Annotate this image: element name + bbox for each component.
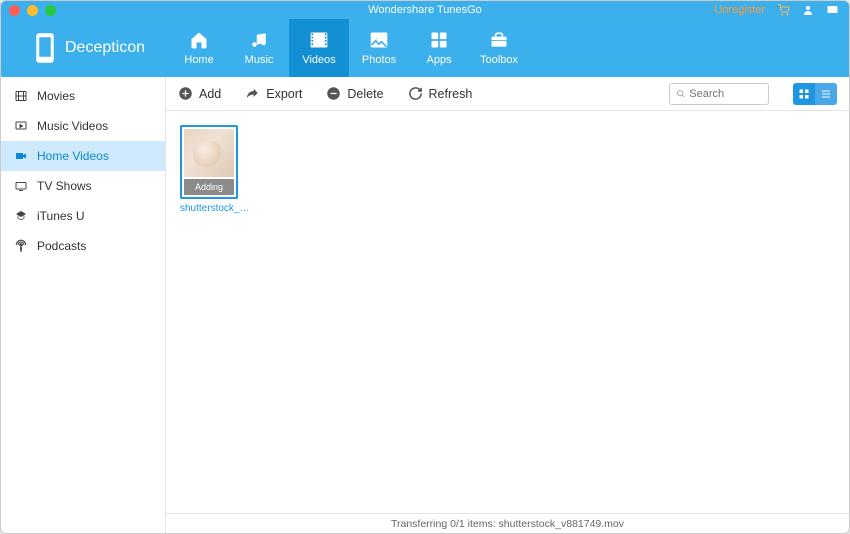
zoom-window-button[interactable] (45, 5, 56, 16)
video-filename: shutterstock_v... (180, 203, 252, 214)
podcast-icon (13, 239, 29, 253)
unregister-link[interactable]: Unregister (714, 4, 765, 16)
refresh-icon (408, 86, 423, 101)
nav-toolbox-label: Toolbox (480, 54, 518, 66)
search-input[interactable] (689, 88, 762, 100)
cart-icon[interactable] (777, 4, 790, 16)
sidebar-item-label: TV Shows (37, 179, 92, 193)
search-box[interactable] (669, 83, 769, 105)
refresh-label: Refresh (429, 87, 473, 101)
main-panel: Add Export Delete Refresh (166, 77, 849, 533)
video-item[interactable]: Adding shutterstock_v... (180, 125, 238, 214)
user-icon[interactable] (802, 4, 814, 16)
apps-icon (429, 30, 449, 50)
export-icon (245, 87, 260, 101)
grid-view-button[interactable] (793, 83, 815, 105)
camera-icon (13, 150, 29, 162)
window-controls (9, 5, 56, 16)
feedback-icon[interactable] (826, 4, 839, 16)
sidebar-item-label: Movies (37, 89, 75, 103)
device-selector[interactable]: Decepticon (1, 19, 169, 77)
delete-label: Delete (347, 87, 383, 101)
titlebar: Wondershare TunesGo Unregister (1, 1, 849, 19)
sidebar-item-label: Podcasts (37, 239, 86, 253)
plus-circle-icon (178, 86, 193, 101)
nav-photos-label: Photos (362, 54, 396, 66)
graduation-icon (13, 210, 29, 222)
sidebar-item-label: Music Videos (37, 119, 108, 133)
sidebar-item-itunes-u[interactable]: iTunes U (1, 201, 165, 231)
toolbar: Add Export Delete Refresh (166, 77, 849, 111)
nav-toolbox[interactable]: Toolbox (469, 19, 529, 77)
header-nav: Decepticon Home Music Videos Photos Apps (1, 19, 849, 77)
home-icon (188, 30, 210, 50)
content-grid: Adding shutterstock_v... (166, 111, 849, 513)
nav-home-label: Home (184, 54, 213, 66)
sidebar-item-podcasts[interactable]: Podcasts (1, 231, 165, 261)
minus-circle-icon (326, 86, 341, 101)
status-bar: Transferring 0/1 items: shutterstock_v88… (166, 513, 849, 533)
videos-icon (308, 30, 330, 50)
nav-photos[interactable]: Photos (349, 19, 409, 77)
nav-videos-label: Videos (302, 54, 335, 66)
sidebar-item-movies[interactable]: Movies (1, 81, 165, 111)
grid-icon (798, 88, 810, 100)
add-button[interactable]: Add (178, 86, 221, 101)
delete-button[interactable]: Delete (326, 86, 383, 101)
sidebar-item-label: Home Videos (37, 149, 109, 163)
nav-home[interactable]: Home (169, 19, 229, 77)
sidebar-item-label: iTunes U (37, 209, 85, 223)
tv-icon (13, 180, 29, 192)
minimize-window-button[interactable] (27, 5, 38, 16)
nav-music[interactable]: Music (229, 19, 289, 77)
music-video-icon (13, 120, 29, 132)
device-name: Decepticon (65, 39, 145, 57)
list-view-button[interactable] (815, 83, 837, 105)
app-window: Wondershare TunesGo Unregister Deceptico… (0, 0, 850, 534)
sidebar-item-home-videos[interactable]: Home Videos (1, 141, 165, 171)
sidebar: Movies Music Videos Home Videos TV Shows (1, 77, 166, 533)
list-icon (820, 88, 832, 100)
titlebar-right: Unregister (714, 4, 839, 16)
view-toggle (793, 83, 837, 105)
main-nav: Home Music Videos Photos Apps Toolbox (169, 19, 529, 77)
video-status-overlay: Adding (184, 179, 234, 195)
search-icon (676, 88, 685, 99)
export-label: Export (266, 87, 302, 101)
nav-music-label: Music (245, 54, 274, 66)
toolbox-icon (488, 30, 510, 50)
photos-icon (368, 30, 390, 50)
export-button[interactable]: Export (245, 87, 302, 101)
status-text: Transferring 0/1 items: shutterstock_v88… (391, 518, 624, 530)
sidebar-item-tv-shows[interactable]: TV Shows (1, 171, 165, 201)
nav-apps-label: Apps (427, 54, 452, 66)
nav-videos[interactable]: Videos (289, 19, 349, 77)
video-thumbnail: Adding (180, 125, 238, 199)
close-window-button[interactable] (9, 5, 20, 16)
nav-apps[interactable]: Apps (409, 19, 469, 77)
add-label: Add (199, 87, 221, 101)
refresh-button[interactable]: Refresh (408, 86, 473, 101)
film-icon (13, 90, 29, 102)
music-icon (250, 30, 268, 50)
sidebar-item-music-videos[interactable]: Music Videos (1, 111, 165, 141)
body: Movies Music Videos Home Videos TV Shows (1, 77, 849, 533)
thumbnail-image (184, 129, 234, 177)
